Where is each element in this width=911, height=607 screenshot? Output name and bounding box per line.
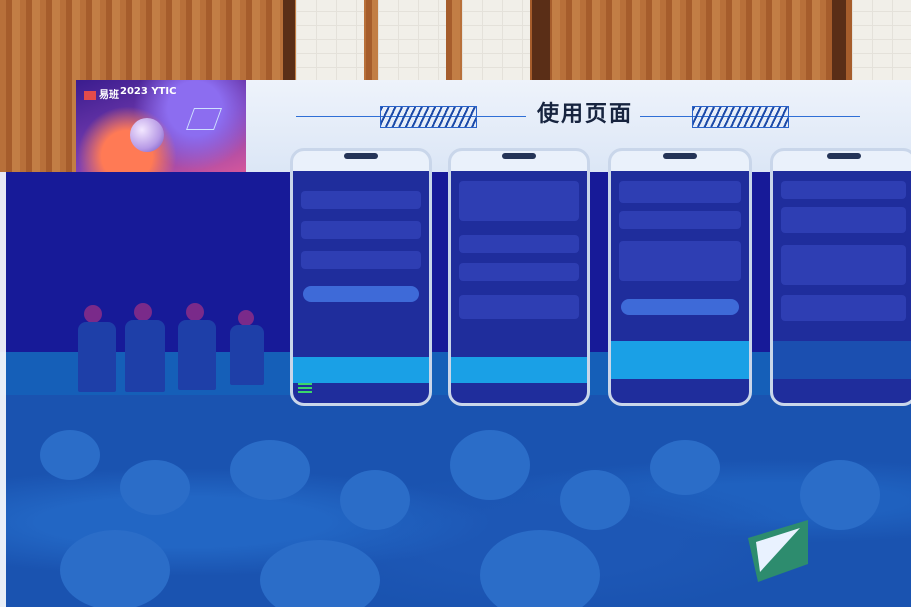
watermark-logo-icon [748, 520, 808, 582]
audience-head [60, 530, 170, 607]
wall-panel [462, 0, 530, 82]
audience-head [800, 460, 880, 530]
wall-panel [852, 0, 911, 82]
phone-card [619, 241, 741, 281]
person [125, 320, 165, 392]
phone-button [621, 299, 739, 315]
phone-card [781, 207, 906, 233]
person [78, 322, 116, 392]
phone-mockup-4 [770, 148, 911, 406]
edge-strip [0, 172, 6, 607]
banner-brand: 易班 [84, 86, 119, 101]
planet-illustration [130, 118, 164, 152]
phone-screen [293, 171, 429, 403]
person-head [84, 305, 102, 323]
phone-mockup-2 [448, 148, 590, 406]
phone-button [303, 286, 419, 302]
person-head [186, 303, 204, 321]
phone-card [781, 181, 906, 199]
banner-brand-text: 易班 [99, 90, 119, 101]
phone-mockup-1 [290, 148, 432, 406]
photo-scene: 使用页面 易班 2023 YTIC [0, 0, 911, 607]
person [178, 320, 216, 390]
phone-card [619, 211, 741, 229]
phone-screen [611, 171, 749, 403]
phone-card [459, 295, 579, 319]
phone-card [459, 235, 579, 253]
phone-lower-area [293, 357, 429, 383]
phone-notch [663, 153, 697, 159]
phone-screen [451, 171, 587, 403]
phone-notch [826, 153, 861, 159]
phone-card [459, 263, 579, 281]
phone-screen [773, 171, 911, 403]
green-mark [298, 383, 312, 393]
phone-lower-area [773, 341, 911, 379]
screen-stripes-left [380, 106, 477, 128]
audience-head [120, 460, 190, 515]
audience-head [40, 430, 100, 480]
phone-notch [502, 153, 536, 159]
phone-card [619, 181, 741, 203]
wall-pillar [283, 0, 295, 82]
person-head [238, 310, 254, 326]
wall-pillar [832, 0, 846, 82]
phone-lower-area [611, 341, 749, 379]
person [230, 325, 264, 385]
phone-card [781, 245, 906, 285]
phone-mockup-3 [608, 148, 752, 406]
screen-title: 使用页面 [536, 102, 633, 127]
audience-head [450, 430, 530, 500]
wall-panel [296, 0, 364, 82]
screen-stripes-right [692, 106, 789, 128]
phone-card [301, 221, 421, 239]
phone-lower-area [451, 357, 587, 383]
phone-banner-card [459, 181, 579, 221]
audience-head [340, 470, 410, 530]
phone-card [301, 191, 421, 209]
brand-logo-icon [84, 90, 96, 100]
wall-panel [378, 0, 446, 82]
phone-card [781, 295, 906, 321]
phone-notch [344, 153, 378, 159]
audience-head [560, 470, 630, 530]
audience-head [230, 440, 310, 500]
banner-event-name: 2023 YTIC [120, 86, 177, 97]
wall-pillar [532, 0, 550, 82]
audience-head [650, 440, 720, 495]
person-head [134, 303, 152, 321]
phone-card [301, 251, 421, 269]
